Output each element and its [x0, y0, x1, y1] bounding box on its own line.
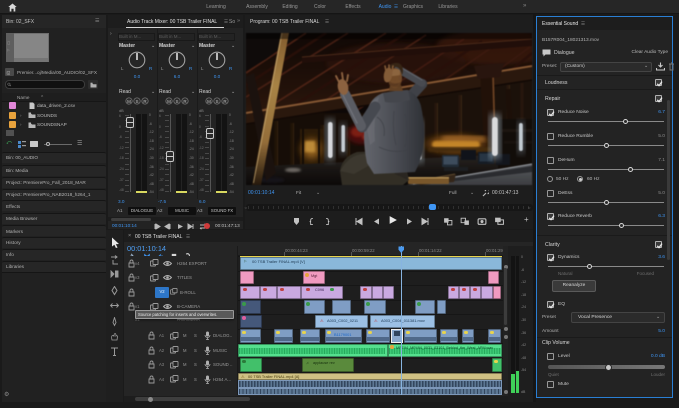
svg-text:M: M — [207, 99, 211, 104]
svg-text:S: S — [215, 99, 218, 104]
svg-text:M: M — [167, 99, 171, 104]
svg-text:S: S — [175, 99, 178, 104]
svg-text:M: M — [127, 99, 131, 104]
svg-text:S: S — [135, 99, 138, 104]
